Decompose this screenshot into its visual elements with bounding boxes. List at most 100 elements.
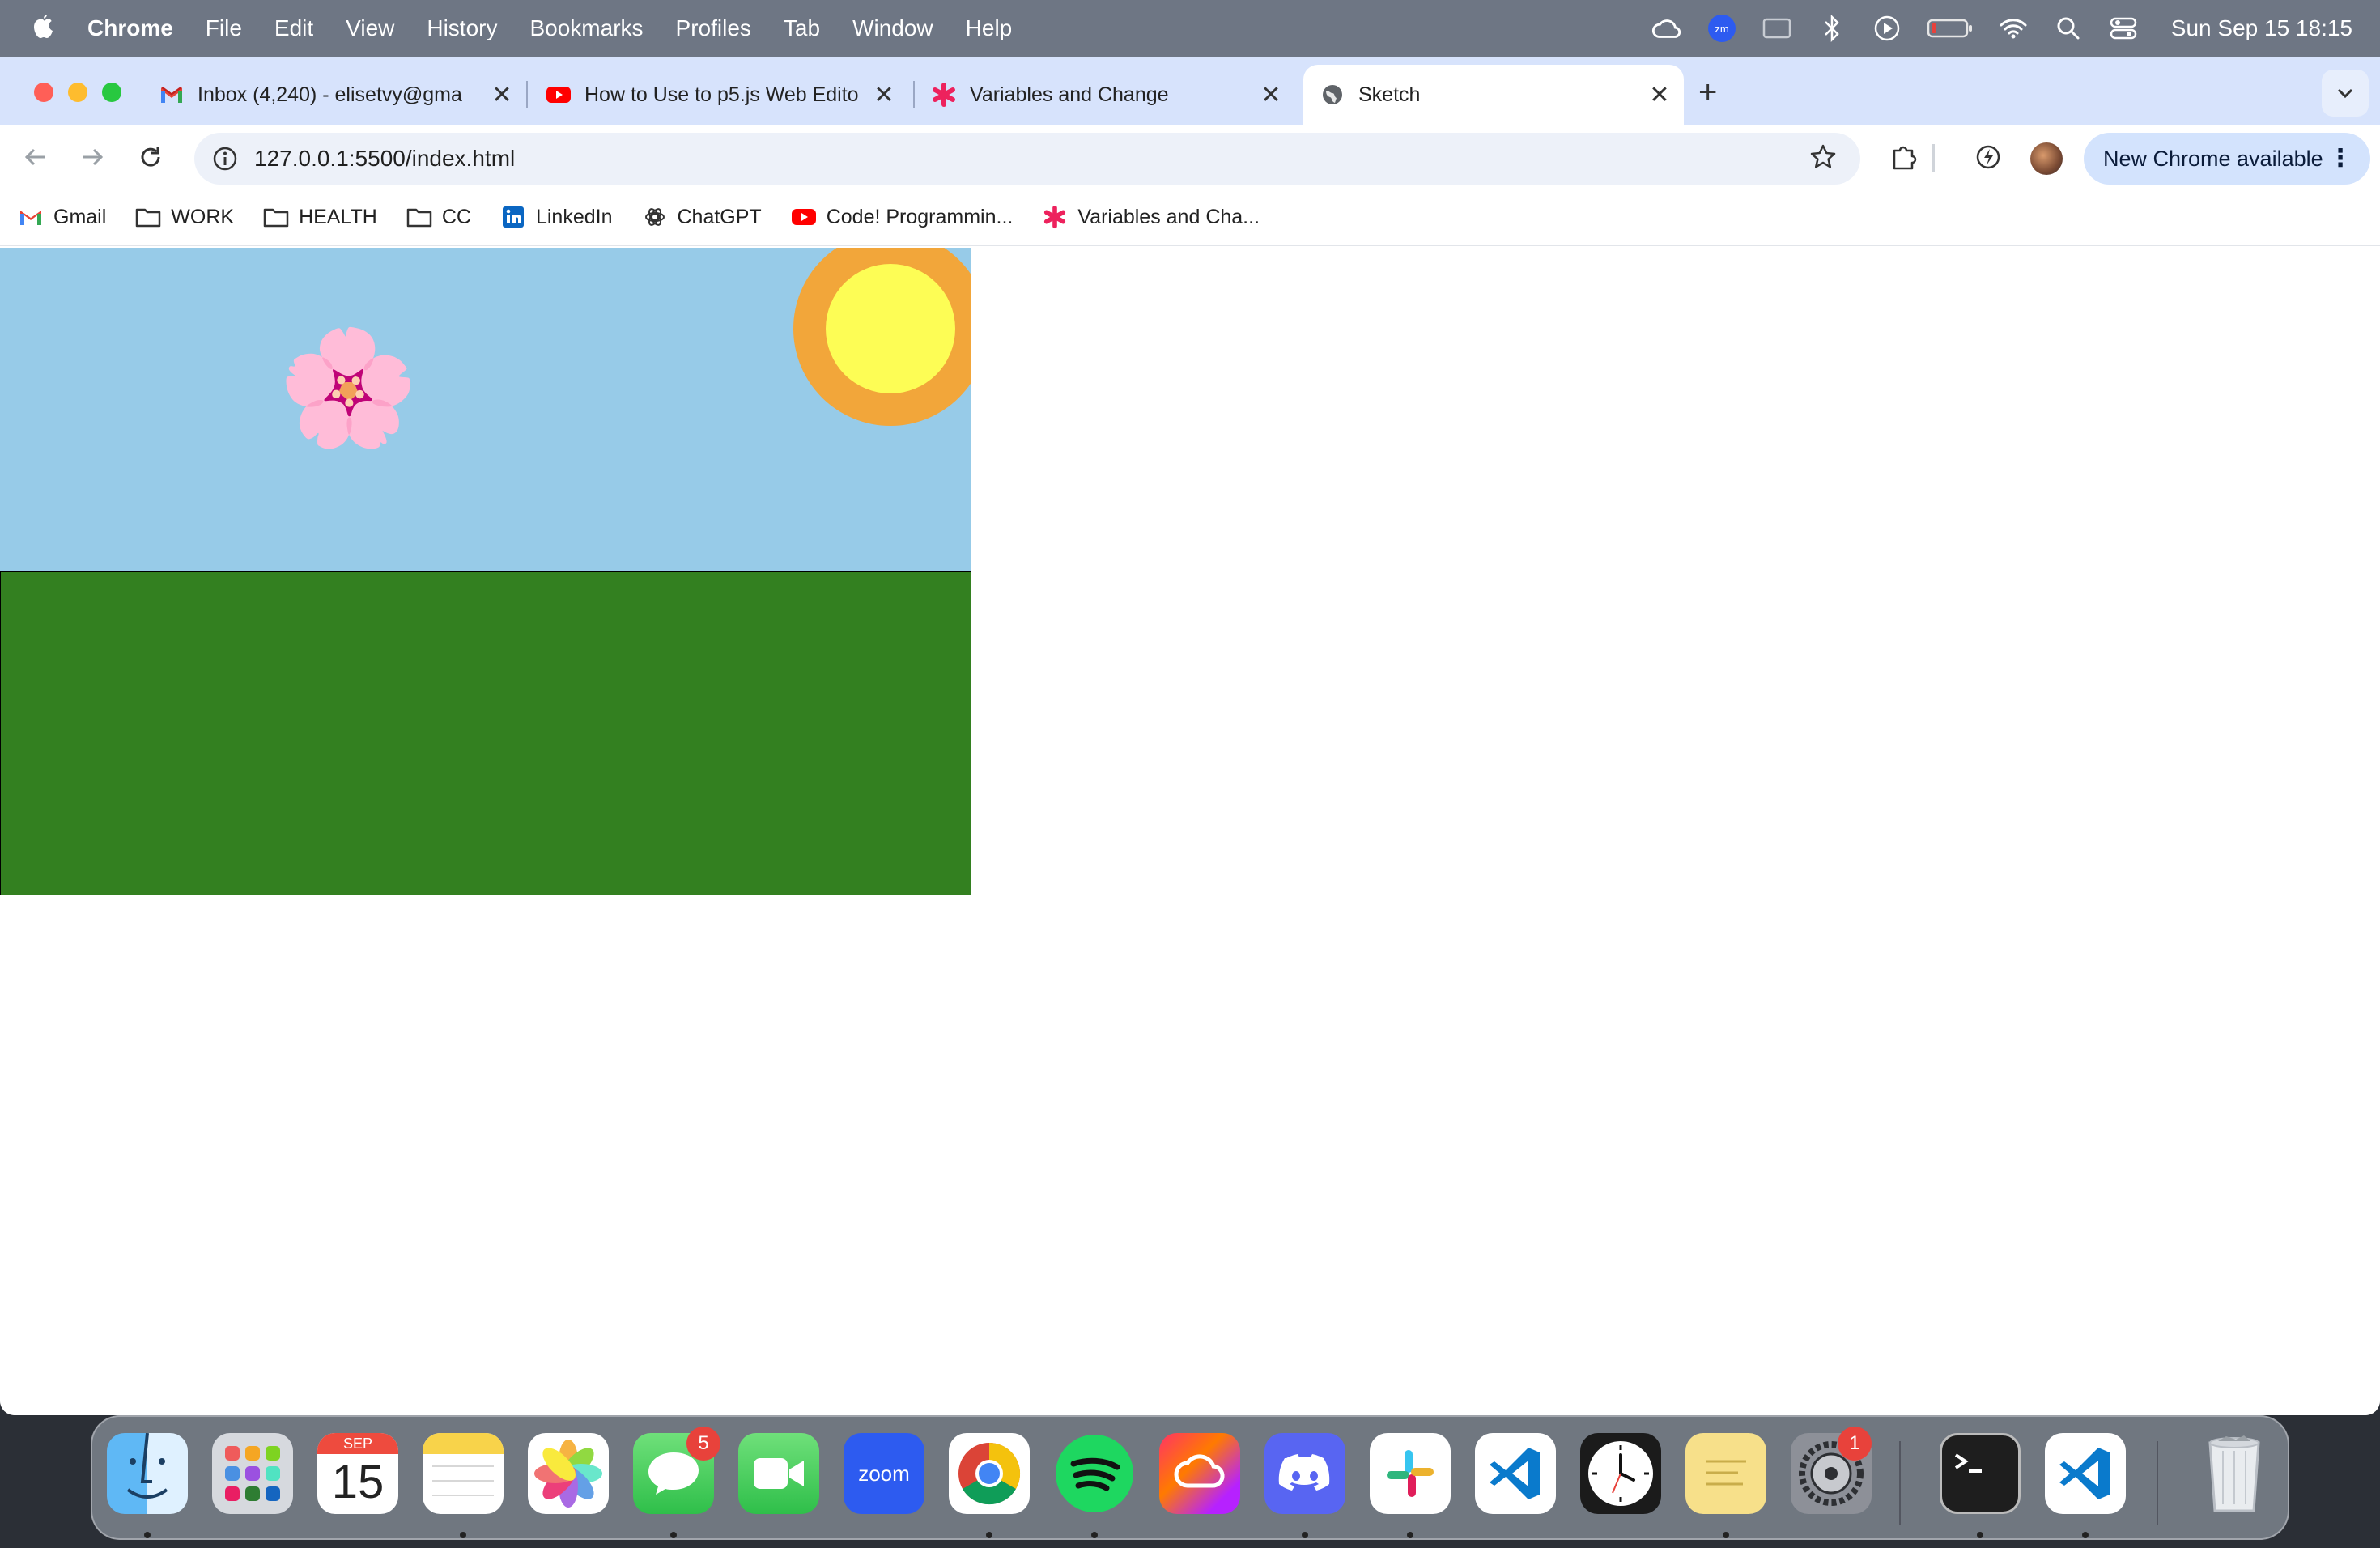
menu-profiles[interactable]: Profiles (676, 15, 751, 41)
close-tab-icon[interactable]: ✕ (1647, 81, 1672, 109)
photos-icon[interactable] (528, 1433, 609, 1514)
bookmark-folder-health[interactable]: HEALTH (263, 204, 377, 230)
menubar-clock[interactable]: Sun Sep 15 18:15 (2171, 15, 2352, 41)
extensions-puzzle-icon[interactable] (1888, 141, 1920, 173)
close-tab-icon[interactable]: ✕ (1258, 81, 1284, 109)
folder-icon (263, 204, 289, 230)
spotify-icon[interactable] (1054, 1433, 1135, 1514)
bookmark-variables-and-change[interactable]: Variables and Cha... (1042, 204, 1260, 230)
trash-icon[interactable] (2194, 1433, 2275, 1514)
clock-icon[interactable] (1580, 1433, 1661, 1514)
notes-icon[interactable] (423, 1433, 504, 1514)
creative-cloud-icon[interactable] (1159, 1433, 1240, 1514)
bookmark-label: WORK (171, 205, 235, 228)
wifi-icon[interactable] (1998, 13, 2029, 44)
running-indicator (2082, 1532, 2089, 1538)
tab-sketch[interactable]: Sketch ✕ (1303, 65, 1684, 125)
folder-icon (135, 204, 161, 230)
menu-window[interactable]: Window (852, 15, 933, 41)
bluetooth-icon[interactable] (1817, 13, 1847, 44)
minimize-window-button[interactable] (68, 83, 87, 102)
p5-sketch-canvas[interactable]: 🌸 (0, 248, 971, 895)
zoom-window-button[interactable] (102, 83, 121, 102)
bookmark-linkedin[interactable]: LinkedIn (500, 204, 613, 230)
forward-arrow-icon[interactable] (76, 141, 108, 173)
bookmark-folder-work[interactable]: WORK (135, 204, 234, 230)
bookmark-code-programming[interactable]: Code! Programmin... (791, 204, 1013, 230)
tab-title: Sketch (1358, 83, 1421, 106)
bookmark-label: CC (441, 205, 471, 228)
reload-icon[interactable] (134, 141, 167, 173)
bookmarks-bar: Gmail WORK HEALTH CC LinkedIn ChatGPT Co… (0, 189, 2380, 246)
running-indicator (1302, 1532, 1308, 1538)
address-bar[interactable]: 127.0.0.1:5500/index.html (194, 133, 1860, 185)
tab-inbox[interactable]: Inbox (4,240) - elisetvy@gma ✕ (159, 65, 515, 125)
terminal-icon[interactable] (1940, 1433, 2021, 1514)
creative-cloud-status-icon[interactable] (1651, 13, 1682, 44)
slack-icon[interactable] (1370, 1433, 1451, 1514)
zoom-icon[interactable]: zoom (844, 1433, 924, 1514)
bookmark-folder-cc[interactable]: CC (406, 204, 471, 230)
battery-icon[interactable] (1927, 13, 1974, 44)
page-viewport: 🌸 (0, 248, 2380, 1415)
tab-search-chevron-icon[interactable] (2322, 70, 2369, 117)
performance-icon[interactable] (1972, 141, 2004, 173)
running-indicator (1723, 1532, 1729, 1538)
spotlight-search-icon[interactable] (2053, 13, 2084, 44)
tab-youtube-p5[interactable]: How to Use to p5.js Web Edito ✕ (546, 65, 897, 125)
menu-file[interactable]: File (206, 15, 242, 41)
menu-help[interactable]: Help (966, 15, 1013, 41)
stickies-icon[interactable] (1685, 1433, 1766, 1514)
running-indicator (1091, 1532, 1098, 1538)
site-info-icon[interactable] (209, 142, 241, 175)
profile-avatar[interactable] (2030, 142, 2063, 175)
new-chrome-available-button[interactable]: New Chrome available ⋮ (2084, 133, 2370, 185)
menu-app-name[interactable]: Chrome (87, 15, 173, 41)
menu-view[interactable]: View (346, 15, 394, 41)
bookmark-label: Gmail (53, 205, 107, 228)
url-text[interactable]: 127.0.0.1:5500/index.html (254, 146, 515, 172)
close-tab-icon[interactable]: ✕ (489, 81, 515, 109)
vscode-window-icon[interactable] (2045, 1433, 2126, 1514)
discord-icon[interactable] (1264, 1433, 1345, 1514)
p5-asterisk-icon (1042, 204, 1068, 230)
now-playing-icon[interactable] (1872, 13, 1902, 44)
bookmark-star-icon[interactable] (1808, 142, 1838, 176)
menu-tab[interactable]: Tab (784, 15, 820, 41)
finder-icon[interactable] (107, 1433, 188, 1514)
tab-title: Variables and Change (970, 83, 1169, 106)
control-center-icon[interactable] (2108, 13, 2139, 44)
tab-separator (913, 81, 915, 108)
display-status-icon[interactable] (1762, 13, 1792, 44)
grass-ground (0, 571, 971, 895)
apple-menu-icon[interactable] (31, 14, 63, 43)
messages-badge: 5 (686, 1427, 720, 1461)
tab-variables-and-change[interactable]: Variables and Change ✕ (931, 65, 1284, 125)
chrome-icon[interactable] (949, 1433, 1030, 1514)
calendar-month: SEP (317, 1433, 398, 1454)
status-area: zm Sun Sep 15 18:15 (1651, 0, 2352, 57)
launchpad-icon[interactable] (212, 1433, 293, 1514)
tab-title: Inbox (4,240) - elisetvy@gma (198, 83, 462, 106)
linkedin-icon (500, 204, 526, 230)
menu-history[interactable]: History (427, 15, 497, 41)
zoom-status-icon[interactable]: zm (1706, 13, 1737, 44)
menu-edit[interactable]: Edit (274, 15, 313, 41)
calendar-icon[interactable]: SEP 15 (317, 1433, 398, 1514)
bookmark-gmail[interactable]: Gmail (18, 204, 106, 230)
new-tab-icon[interactable]: + (1698, 74, 1717, 111)
running-indicator (144, 1532, 151, 1538)
tab-separator (526, 81, 528, 108)
bookmark-label: ChatGPT (677, 205, 762, 228)
back-arrow-icon[interactable] (19, 141, 52, 173)
bookmark-label: LinkedIn (535, 205, 613, 228)
svg-text:zm: zm (1715, 23, 1728, 35)
facetime-icon[interactable] (738, 1433, 819, 1514)
close-window-button[interactable] (34, 83, 53, 102)
bookmark-chatgpt[interactable]: ChatGPT (642, 204, 762, 230)
zoom-label: zoom (858, 1461, 910, 1486)
menu-bookmarks[interactable]: Bookmarks (529, 15, 643, 41)
close-tab-icon[interactable]: ✕ (871, 81, 897, 109)
more-menu-icon[interactable]: ⋮ (2328, 144, 2352, 172)
vscode-icon[interactable] (1475, 1433, 1556, 1514)
